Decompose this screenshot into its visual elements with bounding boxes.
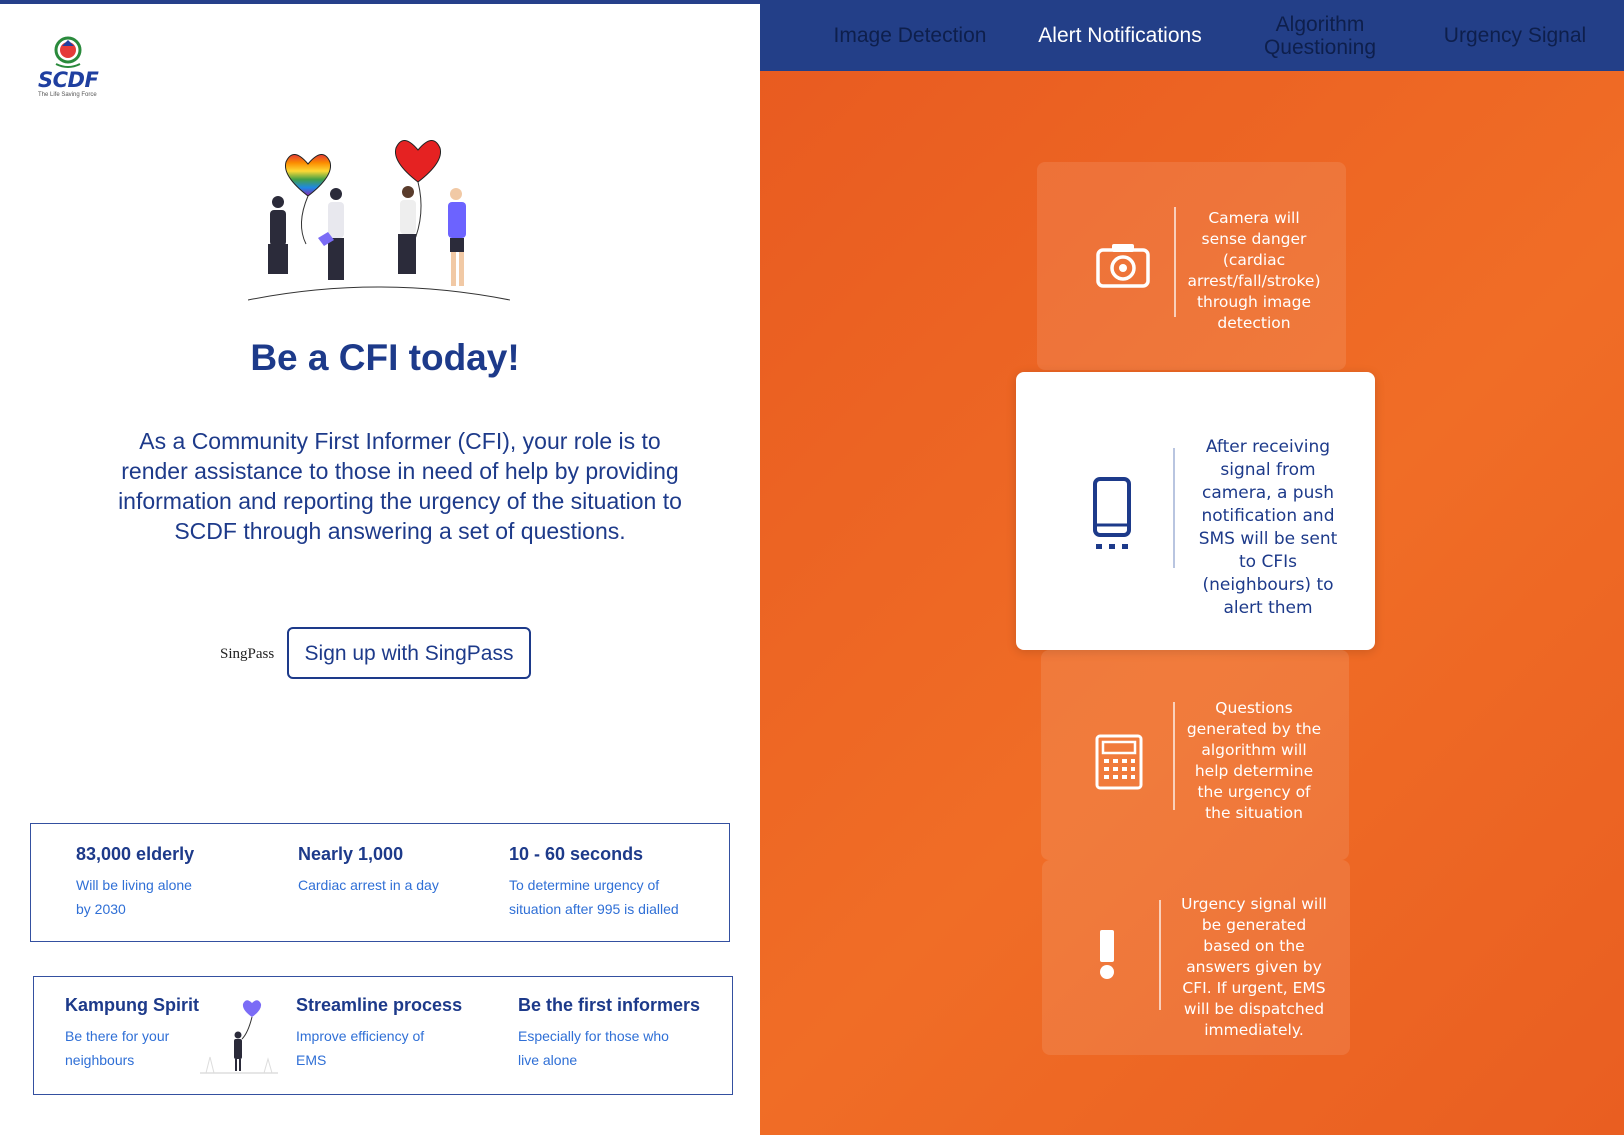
singpass-logo-text: SingPass xyxy=(220,646,275,662)
card-text: Questions generated by the algorithm wil… xyxy=(1186,699,1322,822)
nav-alert-notifications[interactable]: Alert Notifications xyxy=(1030,0,1210,71)
value-sub: Be there for your xyxy=(65,1028,170,1044)
card-text: Camera will sense danger (cardiac arrest… xyxy=(1187,209,1321,332)
singpass-logo: SingPass xyxy=(220,646,274,663)
stats-box: 83,000 elderly Will be living alone by 2… xyxy=(30,823,730,942)
card-divider xyxy=(1173,702,1175,810)
stat-sub: Will be living alone xyxy=(76,877,192,893)
stat-sub: To determine urgency of xyxy=(509,877,660,893)
scdf-tagline: The Life Saving Force xyxy=(38,92,97,98)
card-text: After receiving signal from camera, a pu… xyxy=(1198,437,1338,618)
value-streamline: Streamline process Improve efficiency of… xyxy=(296,995,462,1072)
stat-sub: by 2030 xyxy=(76,901,126,917)
card-divider xyxy=(1174,207,1176,317)
nav-urgency-signal[interactable]: Urgency Signal xyxy=(1420,0,1610,71)
value-sub: Especially for those who xyxy=(518,1028,669,1044)
card-algorithm-questioning: Questions generated by the algorithm wil… xyxy=(1041,650,1349,860)
value-sub: EMS xyxy=(296,1052,327,1068)
nav-image-detection[interactable]: Image Detection xyxy=(800,0,1020,71)
woman-balloon-illustration xyxy=(200,1000,278,1074)
card-text: Urgency signal will be generated based o… xyxy=(1181,895,1327,1039)
card-divider xyxy=(1173,448,1175,568)
scdf-logo-text: SCDF xyxy=(38,68,99,92)
smartphone-icon xyxy=(1093,477,1131,549)
value-sub: Improve efficiency of xyxy=(296,1028,425,1044)
people-balloons-illustration xyxy=(248,140,510,301)
stat-sub: Cardiac arrest in a day xyxy=(298,877,439,893)
calculator-icon xyxy=(1095,734,1143,790)
top-navigation: Image Detection Alert Notifications Algo… xyxy=(760,0,1624,71)
stat-cardiac: Nearly 1,000 Cardiac arrest in a day xyxy=(298,844,439,897)
card-alert-notifications: After receiving signal from camera, a pu… xyxy=(1016,372,1375,650)
stat-heading: 83,000 elderly xyxy=(76,844,195,864)
exclamation-icon xyxy=(1100,930,1114,979)
intro-paragraph: As a Community First Informer (CFI), you… xyxy=(118,428,682,544)
value-heading: Streamline process xyxy=(296,995,463,1015)
value-kampung: Kampung Spirit Be there for your neighbo… xyxy=(65,995,199,1072)
stat-heading: Nearly 1,000 xyxy=(298,844,404,864)
value-first-informers: Be the first informers Especially for th… xyxy=(518,995,700,1072)
stat-elderly: 83,000 elderly Will be living alone by 2… xyxy=(76,844,194,921)
right-panel: Image Detection Alert Notifications Algo… xyxy=(760,0,1624,1135)
signup-singpass-button[interactable]: Sign up with SingPass xyxy=(287,627,531,679)
stat-sub: situation after 995 is dialled xyxy=(509,901,679,917)
left-panel: SCDF The Life Saving Force Be a CFI toda… xyxy=(0,0,760,1135)
values-box: Kampung Spirit Be there for your neighbo… xyxy=(33,976,733,1095)
stat-seconds: 10 - 60 seconds To determine urgency of … xyxy=(509,844,679,921)
stat-heading: 10 - 60 seconds xyxy=(509,844,644,864)
value-sub: neighbours xyxy=(65,1052,135,1068)
card-divider xyxy=(1159,900,1161,1010)
value-heading: Be the first informers xyxy=(518,995,701,1015)
value-heading: Kampung Spirit xyxy=(65,995,199,1015)
nav-algorithm-questioning[interactable]: Algorithm Questioning xyxy=(1230,0,1410,71)
value-sub: live alone xyxy=(518,1052,578,1068)
camera-icon xyxy=(1096,244,1150,288)
page-title: Be a CFI today! xyxy=(250,337,520,378)
card-urgency-signal: Urgency signal will be generated based o… xyxy=(1042,860,1350,1055)
card-image-detection: Camera will sense danger (cardiac arrest… xyxy=(1037,162,1346,370)
